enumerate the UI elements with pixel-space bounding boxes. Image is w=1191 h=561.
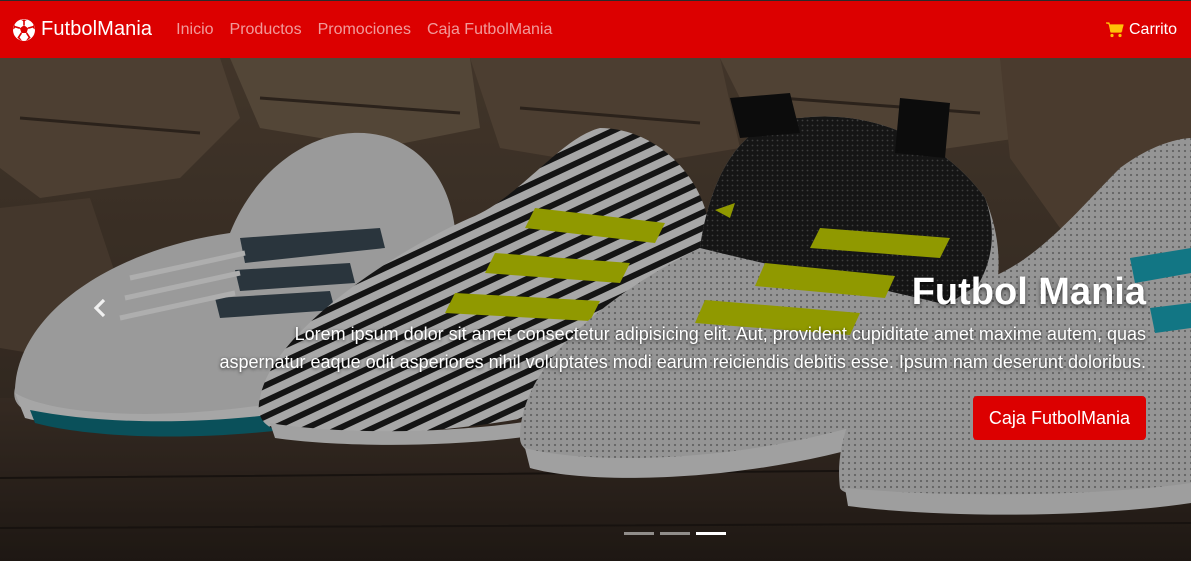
cart-link[interactable]: Carrito [1105, 20, 1177, 39]
carousel-indicator[interactable] [624, 532, 654, 535]
cart-label: Carrito [1128, 20, 1177, 38]
chevron-left-icon [93, 298, 106, 318]
carousel-caption: Futbol Mania Lorem ipsum dolor sit amet … [206, 270, 1146, 440]
soccer-ball-icon [13, 18, 35, 41]
carousel-indicators [624, 532, 732, 535]
carousel-indicator-active[interactable] [696, 532, 726, 535]
navbar: FutbolMania Inicio Productos Promociones… [0, 0, 1191, 58]
caja-futbolmania-button[interactable]: Caja FutbolMania [972, 395, 1146, 440]
nav-link-caja[interactable]: Caja FutbolMania [427, 21, 552, 39]
nav-link-promociones[interactable]: Promociones [318, 21, 411, 39]
brand-name: FutbolMania [41, 18, 153, 40]
nav-links: Inicio Productos Promociones Caja Futbol… [168, 21, 560, 39]
nav-link-inicio[interactable]: Inicio [176, 21, 213, 39]
carousel-prev-button[interactable] [80, 288, 120, 328]
brand-link[interactable]: FutbolMania [12, 18, 152, 42]
nav-link-productos[interactable]: Productos [230, 21, 302, 39]
hero-carousel: Futbol Mania Lorem ipsum dolor sit amet … [0, 58, 1191, 561]
carousel-indicator[interactable] [660, 532, 690, 535]
shopping-cart-icon [1105, 21, 1124, 37]
caption-title: Futbol Mania [911, 271, 1146, 313]
caption-text: Lorem ipsum dolor sit amet consectetur a… [219, 323, 1146, 372]
